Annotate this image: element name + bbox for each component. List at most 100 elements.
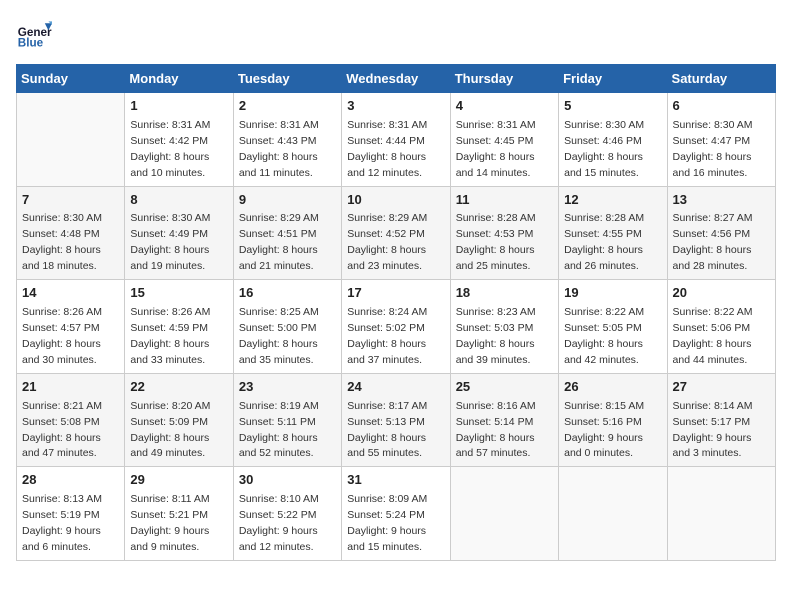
calendar-cell: 9 Sunrise: 8:29 AM Sunset: 4:51 PM Daylig… <box>233 186 341 280</box>
calendar-cell: 13 Sunrise: 8:27 AM Sunset: 4:56 PM Dayli… <box>667 186 775 280</box>
day-number: 22 <box>130 378 227 397</box>
calendar-cell: 18 Sunrise: 8:23 AM Sunset: 5:03 PM Dayli… <box>450 280 558 374</box>
calendar-cell: 16 Sunrise: 8:25 AM Sunset: 5:00 PM Dayli… <box>233 280 341 374</box>
day-info: Sunrise: 8:31 AM Sunset: 4:44 PM Dayligh… <box>347 119 427 179</box>
calendar-cell: 29Sunrise: 8:11 AM Sunset: 5:21 PM Dayli… <box>125 467 233 561</box>
day-number: 31 <box>347 471 444 490</box>
calendar-cell: 6 Sunrise: 8:30 AM Sunset: 4:47 PM Daylig… <box>667 93 775 187</box>
calendar-cell: 30Sunrise: 8:10 AM Sunset: 5:22 PM Dayli… <box>233 467 341 561</box>
day-number: 7 <box>22 191 119 210</box>
day-info: Sunrise: 8:23 AM Sunset: 5:03 PM Dayligh… <box>456 306 536 366</box>
header-monday: Monday <box>125 65 233 93</box>
calendar-cell: 15 Sunrise: 8:26 AM Sunset: 4:59 PM Dayli… <box>125 280 233 374</box>
calendar-header-row: SundayMondayTuesdayWednesdayThursdayFrid… <box>17 65 776 93</box>
calendar-cell: 23Sunrise: 8:19 AM Sunset: 5:11 PM Dayli… <box>233 373 341 467</box>
day-info: Sunrise: 8:31 AM Sunset: 4:42 PM Dayligh… <box>130 119 210 179</box>
day-info: Sunrise: 8:27 AM Sunset: 4:56 PM Dayligh… <box>673 212 753 272</box>
calendar-cell: 1 Sunrise: 8:31 AM Sunset: 4:42 PM Daylig… <box>125 93 233 187</box>
day-info: Sunrise: 8:19 AM Sunset: 5:11 PM Dayligh… <box>239 400 319 460</box>
calendar-cell: 24 Sunrise: 8:17 AM Sunset: 5:13 PM Dayli… <box>342 373 450 467</box>
calendar-cell: 7 Sunrise: 8:30 AM Sunset: 4:48 PM Daylig… <box>17 186 125 280</box>
week-row-3: 14 Sunrise: 8:26 AM Sunset: 4:57 PM Dayli… <box>17 280 776 374</box>
day-info: Sunrise: 8:26 AM Sunset: 4:57 PM Dayligh… <box>22 306 102 366</box>
calendar-cell: 31 Sunrise: 8:09 AM Sunset: 5:24 PM Dayli… <box>342 467 450 561</box>
calendar-cell: 2 Sunrise: 8:31 AM Sunset: 4:43 PM Daylig… <box>233 93 341 187</box>
day-number: 28 <box>22 471 119 490</box>
calendar-table: SundayMondayTuesdayWednesdayThursdayFrid… <box>16 64 776 561</box>
header-thursday: Thursday <box>450 65 558 93</box>
day-number: 17 <box>347 284 444 303</box>
calendar-cell: 22 Sunrise: 8:20 AM Sunset: 5:09 PM Dayli… <box>125 373 233 467</box>
day-number: 24 <box>347 378 444 397</box>
calendar-cell: 26 Sunrise: 8:15 AM Sunset: 5:16 PM Dayli… <box>559 373 667 467</box>
svg-text:Blue: Blue <box>18 37 44 50</box>
day-info: Sunrise: 8:15 AM Sunset: 5:16 PM Dayligh… <box>564 400 644 460</box>
day-number: 21 <box>22 378 119 397</box>
day-info: Sunrise: 8:31 AM Sunset: 4:43 PM Dayligh… <box>239 119 319 179</box>
day-info: Sunrise: 8:29 AM Sunset: 4:51 PM Dayligh… <box>239 212 319 272</box>
day-number: 3 <box>347 97 444 116</box>
calendar-cell: 17 Sunrise: 8:24 AM Sunset: 5:02 PM Dayli… <box>342 280 450 374</box>
day-info: Sunrise: 8:26 AM Sunset: 4:59 PM Dayligh… <box>130 306 210 366</box>
day-number: 29 <box>130 471 227 490</box>
day-info: Sunrise: 8:10 AM Sunset: 5:22 PM Dayligh… <box>239 493 319 553</box>
calendar-cell: 27Sunrise: 8:14 AM Sunset: 5:17 PM Dayli… <box>667 373 775 467</box>
header-saturday: Saturday <box>667 65 775 93</box>
calendar-cell <box>450 467 558 561</box>
header-friday: Friday <box>559 65 667 93</box>
day-info: Sunrise: 8:22 AM Sunset: 5:05 PM Dayligh… <box>564 306 644 366</box>
calendar-cell: 5 Sunrise: 8:30 AM Sunset: 4:46 PM Daylig… <box>559 93 667 187</box>
day-number: 8 <box>130 191 227 210</box>
calendar-cell: 11Sunrise: 8:28 AM Sunset: 4:53 PM Dayli… <box>450 186 558 280</box>
day-number: 10 <box>347 191 444 210</box>
calendar-cell: 21Sunrise: 8:21 AM Sunset: 5:08 PM Dayli… <box>17 373 125 467</box>
day-number: 6 <box>673 97 770 116</box>
day-number: 9 <box>239 191 336 210</box>
day-info: Sunrise: 8:30 AM Sunset: 4:49 PM Dayligh… <box>130 212 210 272</box>
calendar-cell: 28 Sunrise: 8:13 AM Sunset: 5:19 PM Dayli… <box>17 467 125 561</box>
week-row-2: 7 Sunrise: 8:30 AM Sunset: 4:48 PM Daylig… <box>17 186 776 280</box>
day-info: Sunrise: 8:30 AM Sunset: 4:46 PM Dayligh… <box>564 119 644 179</box>
day-info: Sunrise: 8:13 AM Sunset: 5:19 PM Dayligh… <box>22 493 102 553</box>
day-number: 19 <box>564 284 661 303</box>
day-info: Sunrise: 8:30 AM Sunset: 4:47 PM Dayligh… <box>673 119 753 179</box>
calendar-cell: 19 Sunrise: 8:22 AM Sunset: 5:05 PM Dayli… <box>559 280 667 374</box>
day-number: 18 <box>456 284 553 303</box>
day-info: Sunrise: 8:25 AM Sunset: 5:00 PM Dayligh… <box>239 306 319 366</box>
logo-icon: General Blue <box>16 16 52 52</box>
day-info: Sunrise: 8:17 AM Sunset: 5:13 PM Dayligh… <box>347 400 427 460</box>
day-info: Sunrise: 8:20 AM Sunset: 5:09 PM Dayligh… <box>130 400 210 460</box>
calendar-cell: 10 Sunrise: 8:29 AM Sunset: 4:52 PM Dayli… <box>342 186 450 280</box>
day-number: 13 <box>673 191 770 210</box>
calendar-cell: 8 Sunrise: 8:30 AM Sunset: 4:49 PM Daylig… <box>125 186 233 280</box>
calendar-cell: 14 Sunrise: 8:26 AM Sunset: 4:57 PM Dayli… <box>17 280 125 374</box>
day-number: 26 <box>564 378 661 397</box>
day-number: 16 <box>239 284 336 303</box>
calendar-cell <box>17 93 125 187</box>
header-wednesday: Wednesday <box>342 65 450 93</box>
week-row-4: 21Sunrise: 8:21 AM Sunset: 5:08 PM Dayli… <box>17 373 776 467</box>
day-number: 2 <box>239 97 336 116</box>
calendar-cell: 20 Sunrise: 8:22 AM Sunset: 5:06 PM Dayli… <box>667 280 775 374</box>
day-info: Sunrise: 8:29 AM Sunset: 4:52 PM Dayligh… <box>347 212 427 272</box>
day-number: 5 <box>564 97 661 116</box>
header-tuesday: Tuesday <box>233 65 341 93</box>
calendar-cell <box>559 467 667 561</box>
week-row-1: 1 Sunrise: 8:31 AM Sunset: 4:42 PM Daylig… <box>17 93 776 187</box>
day-number: 4 <box>456 97 553 116</box>
day-number: 14 <box>22 284 119 303</box>
day-info: Sunrise: 8:28 AM Sunset: 4:53 PM Dayligh… <box>456 212 536 272</box>
day-number: 12 <box>564 191 661 210</box>
calendar-cell: 25Sunrise: 8:16 AM Sunset: 5:14 PM Dayli… <box>450 373 558 467</box>
calendar-cell: 4Sunrise: 8:31 AM Sunset: 4:45 PM Daylig… <box>450 93 558 187</box>
day-number: 25 <box>456 378 553 397</box>
day-number: 1 <box>130 97 227 116</box>
day-info: Sunrise: 8:30 AM Sunset: 4:48 PM Dayligh… <box>22 212 102 272</box>
day-info: Sunrise: 8:22 AM Sunset: 5:06 PM Dayligh… <box>673 306 753 366</box>
week-row-5: 28 Sunrise: 8:13 AM Sunset: 5:19 PM Dayli… <box>17 467 776 561</box>
day-number: 15 <box>130 284 227 303</box>
header-sunday: Sunday <box>17 65 125 93</box>
day-number: 20 <box>673 284 770 303</box>
day-info: Sunrise: 8:09 AM Sunset: 5:24 PM Dayligh… <box>347 493 427 553</box>
day-info: Sunrise: 8:24 AM Sunset: 5:02 PM Dayligh… <box>347 306 427 366</box>
